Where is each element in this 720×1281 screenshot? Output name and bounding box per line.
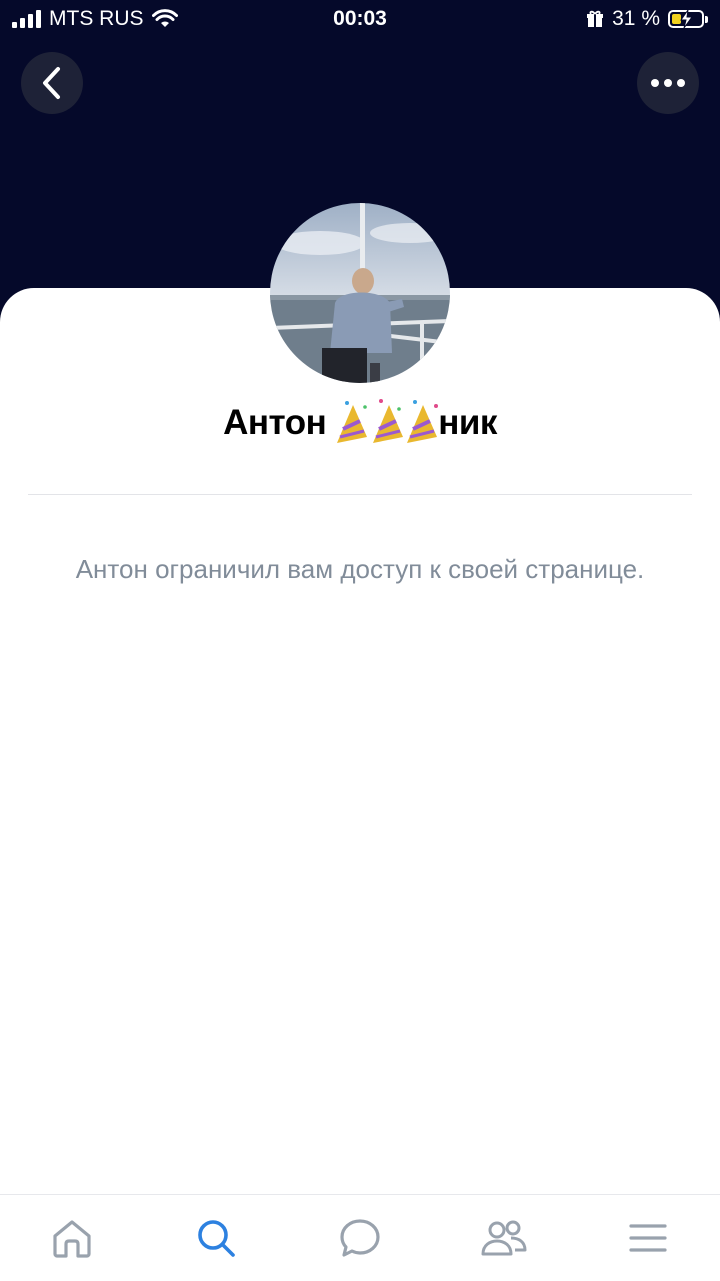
status-bar: MTS RUS 00:03 31 % [0,0,720,38]
gift-icon [587,10,604,27]
search-icon [198,1220,235,1257]
more-options-button[interactable] [637,52,699,114]
back-button[interactable] [21,52,83,114]
profile-name: Антон ник [0,399,720,443]
tab-search[interactable] [144,1195,288,1281]
battery-percent: 31 % [612,7,660,30]
tab-menu[interactable] [576,1195,720,1281]
charging-bolt-icon [680,9,693,29]
section-divider [28,494,692,495]
avatar-photo [270,203,450,383]
home-icon [53,1220,91,1258]
profile-last-name-end: ник [438,403,497,442]
tab-friends[interactable] [432,1195,576,1281]
messages-icon [340,1219,380,1257]
menu-icon [629,1224,667,1252]
more-horizontal-icon [651,79,685,87]
profile-avatar[interactable] [270,203,450,383]
battery-icon [668,9,708,29]
tab-home[interactable] [0,1195,144,1281]
access-restricted-message: Антон ограничил вам доступ к своей стран… [75,554,645,584]
party-popper-sticker [337,399,439,443]
bottom-tab-bar [0,1194,720,1280]
chevron-left-icon [43,67,60,99]
friends-icon [481,1220,527,1256]
profile-first-name: Антон [223,403,327,442]
tab-messages[interactable] [288,1195,432,1281]
